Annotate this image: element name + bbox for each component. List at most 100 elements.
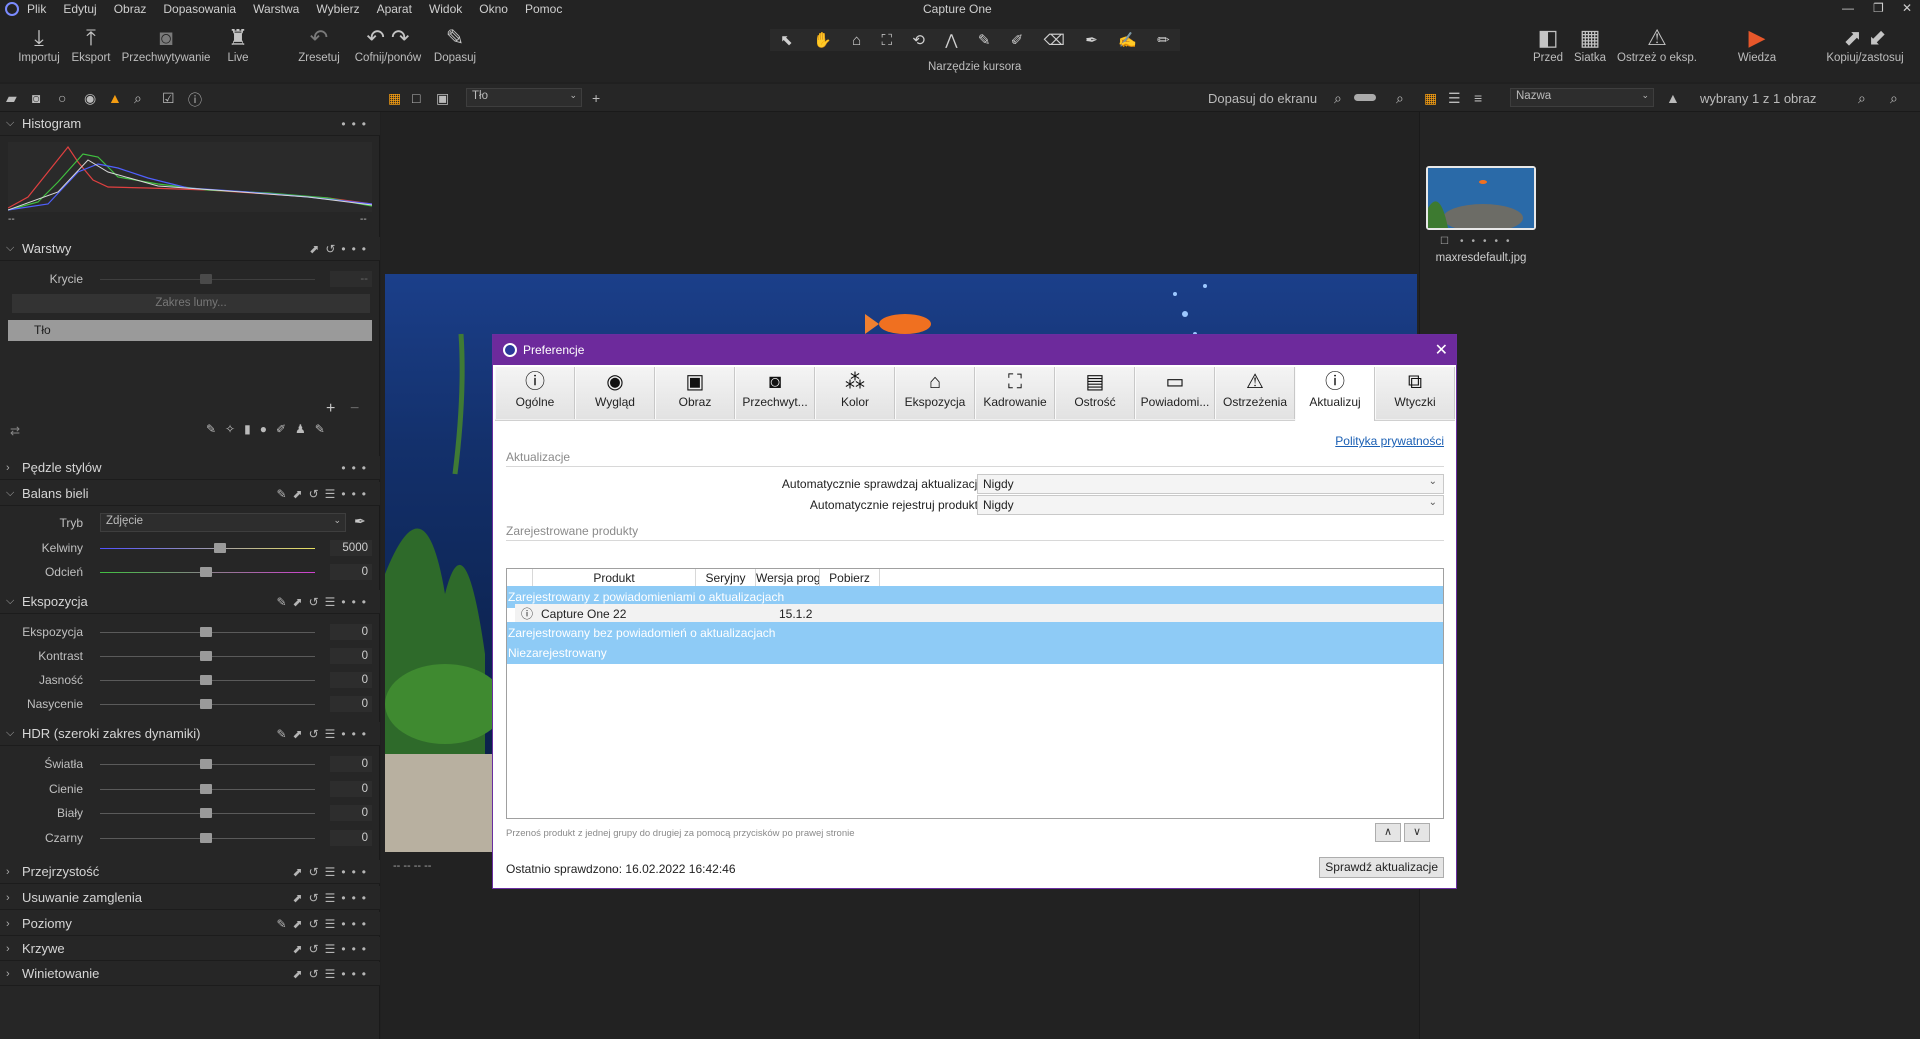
capture-button[interactable]: ◙ Przechwytywanie [118,24,214,64]
histogram-header[interactable]: ⌵ Histogram ••• [0,112,380,136]
opacity-knob[interactable] [200,274,212,284]
menu-select[interactable]: Wybierz [316,2,359,16]
shadows-knob[interactable] [200,784,212,794]
dehaze-header[interactable]: › Usuwanie zamglenia ⬈↺☰••• [0,886,380,910]
zoom-in-icon[interactable]: ⌕ [1396,90,1404,107]
section-actions-icon[interactable]: ⬈↺☰••• [293,967,372,981]
tint-knob[interactable] [200,567,212,577]
camera-tab-icon[interactable]: ◙ [32,90,40,106]
contrast-knob[interactable] [200,651,212,661]
group-row-registered-no-notify[interactable]: Zarejestrowany bez powiadomień o aktuali… [507,622,1443,644]
style-brushes-header[interactable]: › Pędzle stylów ••• [0,456,380,480]
luma-range-button[interactable]: Zakres lumy... [12,294,370,313]
zoom-slider[interactable] [1354,94,1376,101]
menu-file[interactable]: Plik [27,2,46,16]
tab-sharpness[interactable]: ▤ Ostrość [1055,367,1135,419]
wb-actions-icon[interactable]: ✎⬈↺☰••• [276,487,372,501]
tab-crop[interactable]: ⛶ Kadrowanie [975,367,1055,419]
picker-icon[interactable]: ✒ [1085,31,1098,49]
lens-tab-icon[interactable]: ◉ [84,90,96,107]
levels-header[interactable]: › Poziomy ✎⬈↺☰••• [0,912,380,936]
menu-adjustments[interactable]: Dopasowania [163,2,236,16]
sort-direction-icon[interactable]: ▲ [1666,90,1680,106]
saturation-knob[interactable] [200,699,212,709]
rating-checkbox[interactable]: ☐ [1440,236,1449,247]
tab-general[interactable]: ⓘ Ogólne [495,367,575,419]
filter-search-icon[interactable]: ⌕ [1858,90,1866,107]
before-button[interactable]: ◧ Przed [1528,24,1568,64]
minimize-icon[interactable]: — [1842,1,1854,15]
layers-header[interactable]: ⌵ Warstwy ⬈↺••• [0,237,380,261]
grid-view-icon[interactable]: ▦ [1424,90,1437,107]
eraser-icon[interactable]: ⌫ [1044,31,1065,49]
tab-warnings[interactable]: ⚠ Ostrzeżenia [1215,367,1295,419]
hdr-header[interactable]: ⌵ HDR (szeroki zakres dynamiki) ✎⬈↺☰••• [0,722,380,746]
auto-adjust-button[interactable]: ✎ Dopasuj [432,24,478,64]
tab-capture[interactable]: ◙ Przechwyt... [735,367,815,419]
section-actions-icon[interactable]: ⬈↺☰••• [293,942,372,956]
export-button[interactable]: ⤒ Eksport [68,24,114,64]
menu-image[interactable]: Obraz [114,2,147,16]
auto-check-select[interactable]: Nigdy ⌄ [977,474,1444,494]
menu-window[interactable]: Okno [479,2,508,16]
select-cursor-icon[interactable]: ⬉ [780,31,793,49]
loupe-icon[interactable]: ⌂ [852,32,861,49]
move-up-button[interactable]: ∧ [1375,823,1401,842]
details-tab-icon[interactable]: ⌕ [134,90,142,107]
tab-appearance[interactable]: ◉ Wygląd [575,367,655,419]
layers-actions-icon[interactable]: ⬈↺••• [309,242,372,256]
tab-notifications[interactable]: ▭ Powiadomi... [1135,367,1215,419]
stamp-icon[interactable]: ✍ [1118,31,1137,49]
copy-apply-button[interactable]: ⬈ ⬋ Kopiuj/zastosuj [1822,24,1908,64]
live-button[interactable]: ♜ Live [222,24,254,64]
vignetting-header[interactable]: › Winietowanie ⬈↺☰••• [0,962,380,986]
white-knob[interactable] [200,808,212,818]
exposure-actions-icon[interactable]: ✎⬈↺☰••• [276,595,372,609]
menu-edit[interactable]: Edytuj [63,2,96,16]
privacy-policy-link[interactable]: Polityka prywatności [1335,434,1444,448]
more-icon[interactable]: ••• [341,117,372,131]
search-icon[interactable]: ⌕ [1890,90,1898,107]
close-window-icon[interactable]: ✕ [1902,1,1912,15]
highlights-knob[interactable] [200,759,212,769]
crop-icon[interactable]: ⛶ [881,32,892,49]
spot-icon[interactable]: ✎ [978,31,991,49]
group-row-unregistered[interactable]: Niezarejestrowany [507,642,1443,664]
menu-layer[interactable]: Warstwa [253,2,299,16]
clarity-header[interactable]: › Przejrzystość ⬈↺☰••• [0,860,380,884]
details-view-icon[interactable]: ≡ [1474,90,1482,106]
add-layer-icon[interactable]: + [326,400,335,418]
exposure-knob[interactable] [200,627,212,637]
layer-select[interactable]: Tło ⌄ [466,88,582,107]
rating-dots[interactable]: ••••• [1460,236,1518,247]
section-actions-icon[interactable]: ⬈↺☰••• [293,891,372,905]
image-thumbnail[interactable] [1426,166,1536,232]
layer-tools-icons[interactable]: ✎✧▮●✐♟✎ [206,422,334,436]
kelvin-knob[interactable] [214,543,226,553]
color-tab-icon[interactable]: ○ [58,90,66,106]
wb-picker-icon[interactable]: ✒ [354,513,366,530]
rotate-icon[interactable]: ⟲ [912,31,925,49]
import-button[interactable]: ⤓ Importuj [16,24,62,64]
layer-item-background[interactable]: Tło [8,320,372,341]
wb-mode-select[interactable]: Zdjęcie ⌄ [100,513,346,532]
more-icon[interactable]: ••• [341,461,372,475]
exposure-warning-button[interactable]: ⚠ Ostrzeż o eksp. [1614,24,1700,64]
auto-register-select[interactable]: Nigdy ⌄ [977,495,1444,515]
section-actions-icon[interactable]: ⬈↺☰••• [293,865,372,879]
section-actions-icon[interactable]: ✎⬈↺☰••• [276,917,372,931]
tab-plugins[interactable]: ⧉ Wtyczki [1375,367,1455,419]
remove-layer-icon[interactable]: − [350,400,359,418]
metadata-tab-icon[interactable]: ☑ [162,90,175,107]
move-down-button[interactable]: ∨ [1404,823,1430,842]
swap-icon[interactable]: ⇄ [10,424,20,438]
sort-select[interactable]: Nazwa ⌄ [1510,88,1654,107]
hdr-actions-icon[interactable]: ✎⬈↺☰••• [276,727,372,741]
brightness-knob[interactable] [200,675,212,685]
folder-icon[interactable]: ▰ [6,90,17,107]
check-updates-button[interactable]: Sprawdź aktualizacje [1319,857,1444,878]
white-balance-header[interactable]: ⌵ Balans bieli ✎⬈↺☰••• [0,482,380,506]
menu-view[interactable]: Widok [429,2,462,16]
tab-update[interactable]: ⓘ Aktualizuj [1295,367,1375,421]
info-tab-icon[interactable]: ⓘ [188,90,202,110]
